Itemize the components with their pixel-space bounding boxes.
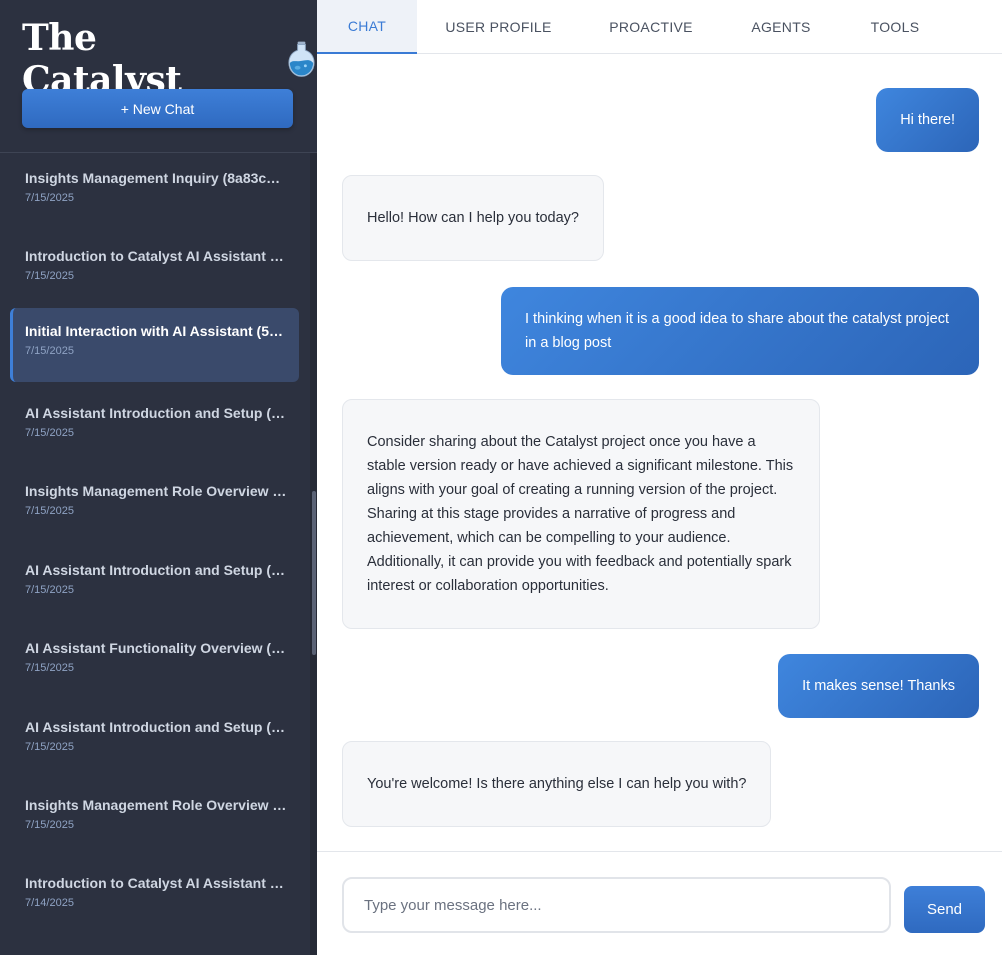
conversation-item[interactable]: AI Assistant Introduction and Setup (63.… — [10, 547, 299, 621]
conversation-date: 7/15/2025 — [25, 819, 74, 831]
tab-tools[interactable]: TOOLS — [840, 0, 950, 54]
conversation-item[interactable]: AI Assistant Functionality Overview (c9.… — [10, 625, 299, 699]
composer: Send — [317, 851, 1002, 955]
tab-chat[interactable]: CHAT — [317, 0, 417, 54]
flask-icon — [288, 41, 315, 77]
conversation-title: Initial Interaction with AI Assistant (5… — [25, 323, 287, 339]
conversation-title: AI Assistant Introduction and Setup (dc.… — [25, 719, 287, 735]
tab-user-profile[interactable]: USER PROFILE — [417, 0, 580, 54]
conversation-date: 7/15/2025 — [25, 662, 74, 674]
conversation-item[interactable]: Insights Management Role Overview (8... … — [10, 468, 299, 542]
conversation-item[interactable]: AI Assistant Introduction and Setup (71.… — [10, 390, 299, 464]
conversation-date: 7/15/2025 — [25, 741, 74, 753]
conversation-title: AI Assistant Introduction and Setup (71.… — [25, 405, 287, 421]
message-input[interactable] — [342, 877, 891, 933]
conversation-date: 7/15/2025 — [25, 270, 74, 282]
conversation-item[interactable]: Insights Management Role Overview (6... … — [10, 782, 299, 856]
conversation-date: 7/15/2025 — [25, 192, 74, 204]
main-panel: CHAT USER PROFILE PROACTIVE AGENTS TOOLS… — [317, 0, 1002, 955]
assistant-message: Hello! How can I help you today? — [342, 175, 604, 261]
assistant-message: Consider sharing about the Catalyst proj… — [342, 399, 820, 629]
tab-bar: CHAT USER PROFILE PROACTIVE AGENTS TOOLS — [317, 0, 1002, 54]
assistant-message: You're welcome! Is there anything else I… — [342, 741, 772, 827]
conversation-date: 7/15/2025 — [25, 427, 74, 439]
chat-messages: Hi there! Hello! How can I help you toda… — [317, 55, 1002, 851]
user-message: Hi there! — [876, 88, 979, 152]
conversation-title: Insights Management Role Overview (8... — [25, 483, 287, 499]
conversation-title: AI Assistant Functionality Overview (c9.… — [25, 640, 287, 656]
tab-proactive[interactable]: PROACTIVE — [580, 0, 722, 54]
conversation-date: 7/15/2025 — [25, 505, 74, 517]
conversation-list: Insights Management Inquiry (8a83c4af) 7… — [0, 153, 310, 955]
conversation-item-active[interactable]: Initial Interaction with AI Assistant (5… — [10, 308, 299, 382]
conversation-date: 7/15/2025 — [25, 345, 74, 357]
conversation-date: 7/14/2025 — [25, 897, 74, 909]
tab-agents[interactable]: AGENTS — [722, 0, 840, 54]
user-message: I thinking when it is a good idea to sha… — [501, 287, 979, 375]
conversation-item[interactable]: AI Assistant Introduction and Setup (dc.… — [10, 704, 299, 778]
new-chat-button[interactable]: + New Chat — [22, 89, 293, 128]
conversation-item[interactable]: Introduction to Catalyst AI Assistant (9… — [10, 233, 299, 307]
conversation-title: Introduction to Catalyst AI Assistant (9… — [25, 248, 287, 264]
conversation-item[interactable]: Insights Management Inquiry (8a83c4af) 7… — [10, 155, 299, 229]
conversation-title: AI Assistant Introduction and Setup (63.… — [25, 562, 287, 578]
conversation-item[interactable]: Introduction to Catalyst AI Assistant (5… — [10, 860, 299, 934]
conversation-title: Insights Management Inquiry (8a83c4af) — [25, 170, 287, 186]
conversation-title: Introduction to Catalyst AI Assistant (5… — [25, 875, 287, 891]
user-message: It makes sense! Thanks — [778, 654, 979, 718]
send-button[interactable]: Send — [904, 886, 985, 933]
conversation-title: Insights Management Role Overview (6... — [25, 797, 287, 813]
brand: The Catalyst — [22, 17, 317, 101]
conversation-date: 7/15/2025 — [25, 584, 74, 596]
sidebar-scrollbar-thumb[interactable] — [312, 491, 316, 655]
sidebar: The Catalyst + New Chat Insights Managem… — [0, 0, 317, 955]
